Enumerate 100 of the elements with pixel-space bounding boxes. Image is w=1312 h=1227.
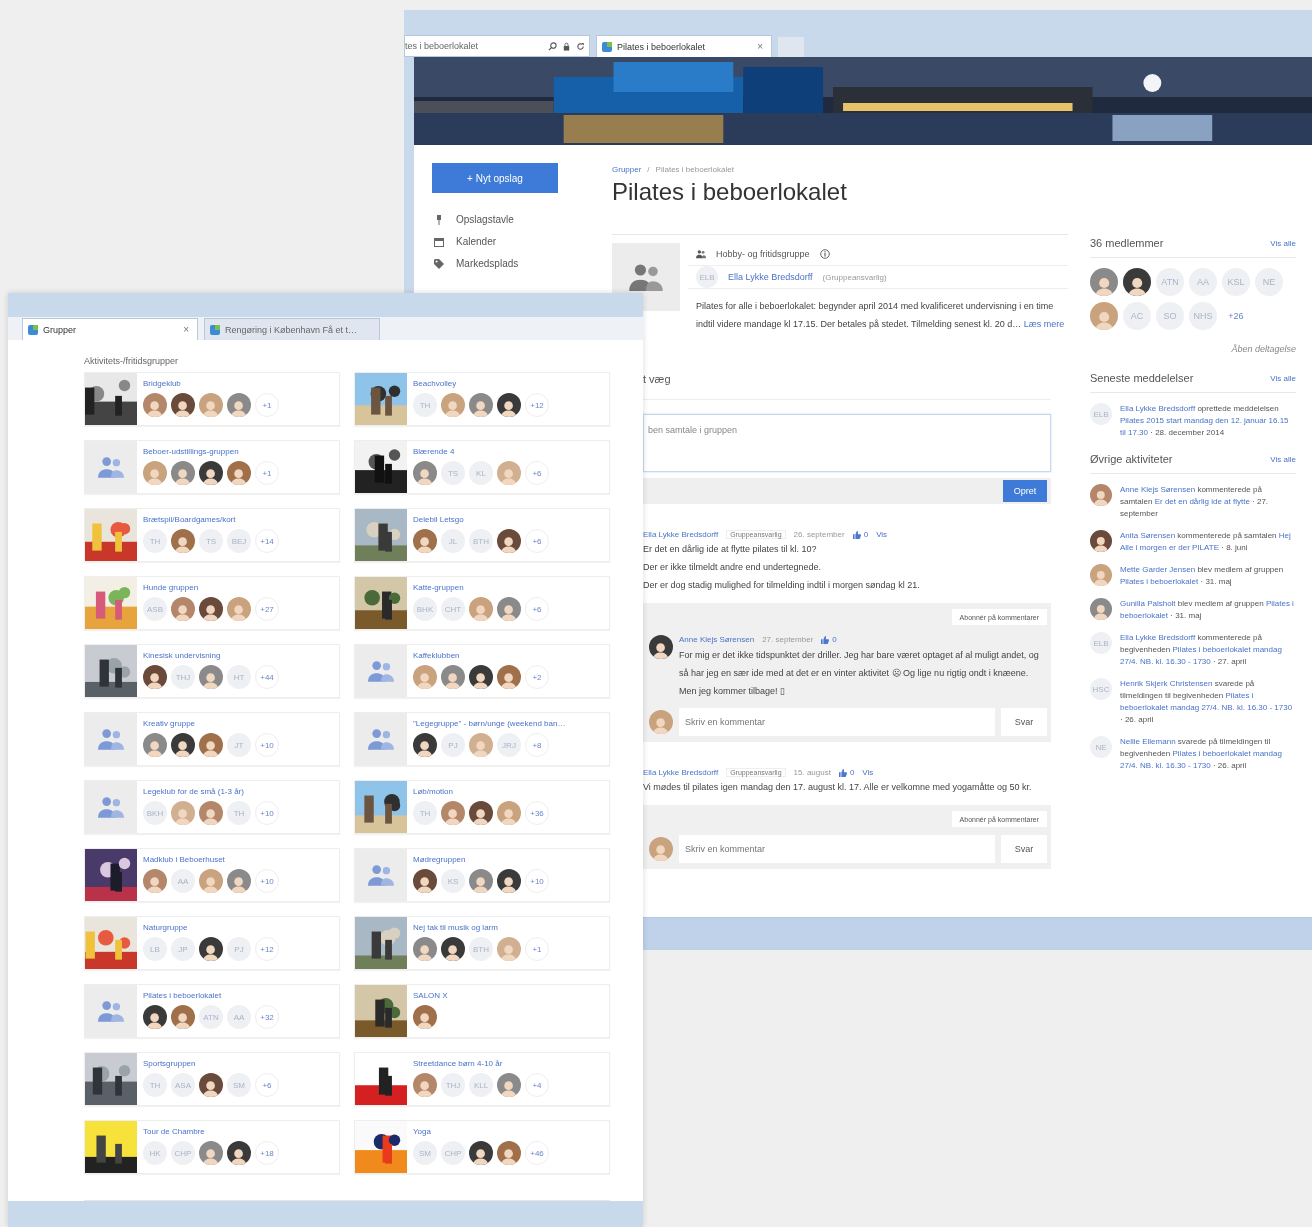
sidebar-link[interactable]: Markedsplads <box>456 258 519 269</box>
group-name-link[interactable]: Løb/motion <box>413 787 549 797</box>
group-card[interactable]: Nej tak til musik og larm BTH +1 <box>354 916 610 971</box>
group-card[interactable]: Katte-gruppen BHK CHT +6 <box>354 576 610 631</box>
more-members-count[interactable]: +10 <box>525 869 549 894</box>
more-members-count[interactable]: +12 <box>255 937 279 962</box>
comment-input-field[interactable]: Skriv en kommentar <box>679 708 995 736</box>
more-members-count[interactable]: +4 <box>525 1073 549 1098</box>
reply-button[interactable]: Svar <box>1001 708 1047 736</box>
author-link[interactable]: Anne Klejs Sørensen <box>679 635 755 644</box>
group-name-link[interactable]: Pilates i beboerlokalet <box>143 991 279 1001</box>
group-name-link[interactable]: Blærende 4 <box>413 447 549 457</box>
more-members-count[interactable]: +32 <box>255 1005 279 1030</box>
group-name-link[interactable]: Hunde gruppen <box>143 583 279 593</box>
more-members-count[interactable]: +12 <box>525 393 549 418</box>
user-avatar[interactable] <box>497 869 521 894</box>
group-card[interactable]: Yoga SM CHP +46 <box>354 1120 610 1175</box>
group-card[interactable]: Bridgeklub +1 <box>84 372 340 427</box>
group-name-link[interactable]: Kreativ gruppe <box>143 719 279 729</box>
user-avatar[interactable] <box>497 529 521 554</box>
group-card[interactable]: Beachvolley TH +12 <box>354 372 610 427</box>
owner-link[interactable]: Ella Lykke Bredsdorff <box>728 272 813 282</box>
group-name-link[interactable]: Mødregruppen <box>413 855 549 865</box>
group-name-link[interactable]: Legeklub for de små (1-3 år) <box>143 787 279 797</box>
user-avatar[interactable] <box>469 665 493 690</box>
thumbs-up-icon[interactable] <box>821 635 830 644</box>
more-members-count[interactable]: +1 <box>255 393 279 418</box>
browser-tab[interactable]: Rengøring i København Få et t… <box>204 318 380 341</box>
more-members-count[interactable]: +27 <box>255 597 279 622</box>
more-members-count[interactable]: +1 <box>525 937 549 962</box>
thumbs-up-icon[interactable] <box>852 530 861 539</box>
view-link[interactable]: Vis <box>862 768 874 777</box>
sidebar-link[interactable]: Opslagstavle <box>456 214 514 225</box>
more-members-count[interactable]: +10 <box>255 869 279 894</box>
thumbs-up-icon[interactable] <box>838 768 847 777</box>
more-members-count[interactable]: +10 <box>255 801 279 826</box>
more-members-count[interactable]: +6 <box>525 597 549 622</box>
group-card[interactable]: Løb/motion TH +36 <box>354 780 610 835</box>
refresh-icon[interactable] <box>576 41 585 51</box>
see-all-link[interactable]: Vis alle <box>1270 373 1296 383</box>
user-avatar[interactable] <box>413 869 437 894</box>
group-name-link[interactable]: Brætspil/Boardgames/kort <box>143 515 279 525</box>
group-name-link[interactable]: Streetdance børn 4-10 år <box>413 1059 549 1069</box>
user-avatar[interactable] <box>1123 268 1151 296</box>
group-name-link[interactable]: Naturgruppe <box>143 923 279 933</box>
user-avatar[interactable] <box>413 733 437 758</box>
group-card[interactable]: Kreativ gruppe JT +10 <box>84 712 340 767</box>
user-avatar[interactable] <box>199 597 223 622</box>
user-avatar[interactable] <box>143 665 167 690</box>
group-name-link[interactable]: Kinesisk undervisning <box>143 651 279 661</box>
more-members-count[interactable]: +14 <box>255 529 279 554</box>
search-icon[interactable] <box>548 41 557 51</box>
reply-button[interactable]: Svar <box>1001 835 1047 863</box>
group-card[interactable]: Streetdance børn 4-10 år THJ KLL +4 <box>354 1052 610 1107</box>
more-members-count[interactable]: +44 <box>255 665 279 690</box>
user-avatar[interactable] <box>497 393 521 418</box>
group-name-link[interactable]: Kaffeklubben <box>413 651 549 661</box>
group-card[interactable]: Hunde gruppen ASB +27 <box>84 576 340 631</box>
user-avatar[interactable] <box>469 1141 493 1166</box>
user-avatar[interactable] <box>171 733 195 758</box>
user-avatar[interactable] <box>441 937 465 962</box>
more-members-count[interactable]: +10 <box>255 733 279 758</box>
group-name-link[interactable]: Beachvolley <box>413 379 549 389</box>
group-card[interactable]: Delebil Letsgo JL BTH +6 <box>354 508 610 563</box>
group-name-link[interactable]: Katte-gruppen <box>413 583 549 593</box>
group-card[interactable]: Blærende 4 TS KL +6 <box>354 440 610 495</box>
address-bar[interactable]: tes i beboerlokalet <box>404 35 590 57</box>
group-name-link[interactable]: SALON X <box>413 991 448 1001</box>
more-members-count[interactable]: +1 <box>255 461 279 486</box>
group-card[interactable]: Madklub i Beboerhuset AA +10 <box>84 848 340 903</box>
more-members-count[interactable]: +2 <box>525 665 549 690</box>
user-avatar[interactable] <box>199 937 223 962</box>
user-avatar[interactable] <box>199 1073 223 1098</box>
group-card[interactable]: Tour de Chambre HK CHP +18 <box>84 1120 340 1175</box>
group-card[interactable]: Pilates i beboerlokalet ATN AA +32 <box>84 984 340 1039</box>
group-card[interactable]: Legeklub for de små (1-3 år) BKH TH +10 <box>84 780 340 835</box>
user-avatar[interactable] <box>171 393 195 418</box>
close-tab-button[interactable]: × <box>183 324 189 336</box>
group-card[interactable]: Sportsgruppen TH ASA SM +6 <box>84 1052 340 1107</box>
group-card[interactable]: SALON X <box>354 984 610 1039</box>
more-members-count[interactable]: +18 <box>255 1141 279 1166</box>
user-avatar[interactable] <box>143 1005 167 1030</box>
group-name-link[interactable]: "Legegruppe" - børn/unge (weekend ban… <box>413 719 566 729</box>
user-avatar[interactable] <box>227 1141 251 1166</box>
see-all-link[interactable]: Vis alle <box>1270 454 1296 464</box>
more-members-count[interactable]: +8 <box>525 733 549 758</box>
more-members-count[interactable]: +36 <box>525 801 549 826</box>
more-members-count[interactable]: +6 <box>255 1073 279 1098</box>
more-members-count[interactable]: +6 <box>525 461 549 486</box>
new-post-button[interactable]: + Nyt opslag <box>432 163 558 193</box>
user-avatar[interactable] <box>199 461 223 486</box>
view-link[interactable]: Vis <box>876 530 888 539</box>
browser-tab[interactable]: Grupper × <box>22 318 198 341</box>
info-icon[interactable] <box>819 249 830 259</box>
browser-tab[interactable]: Pilates i beboerlokalet × <box>596 35 772 57</box>
author-link[interactable]: Ella Lykke Bredsdorff <box>643 768 719 777</box>
group-card[interactable]: Kaffeklubben +2 <box>354 644 610 699</box>
breadcrumb-link[interactable]: Grupper <box>612 165 642 174</box>
group-card[interactable]: Beboer-udstillings-gruppen +1 <box>84 440 340 495</box>
post-input-field[interactable]: ben samtale i gruppen <box>643 414 1051 472</box>
